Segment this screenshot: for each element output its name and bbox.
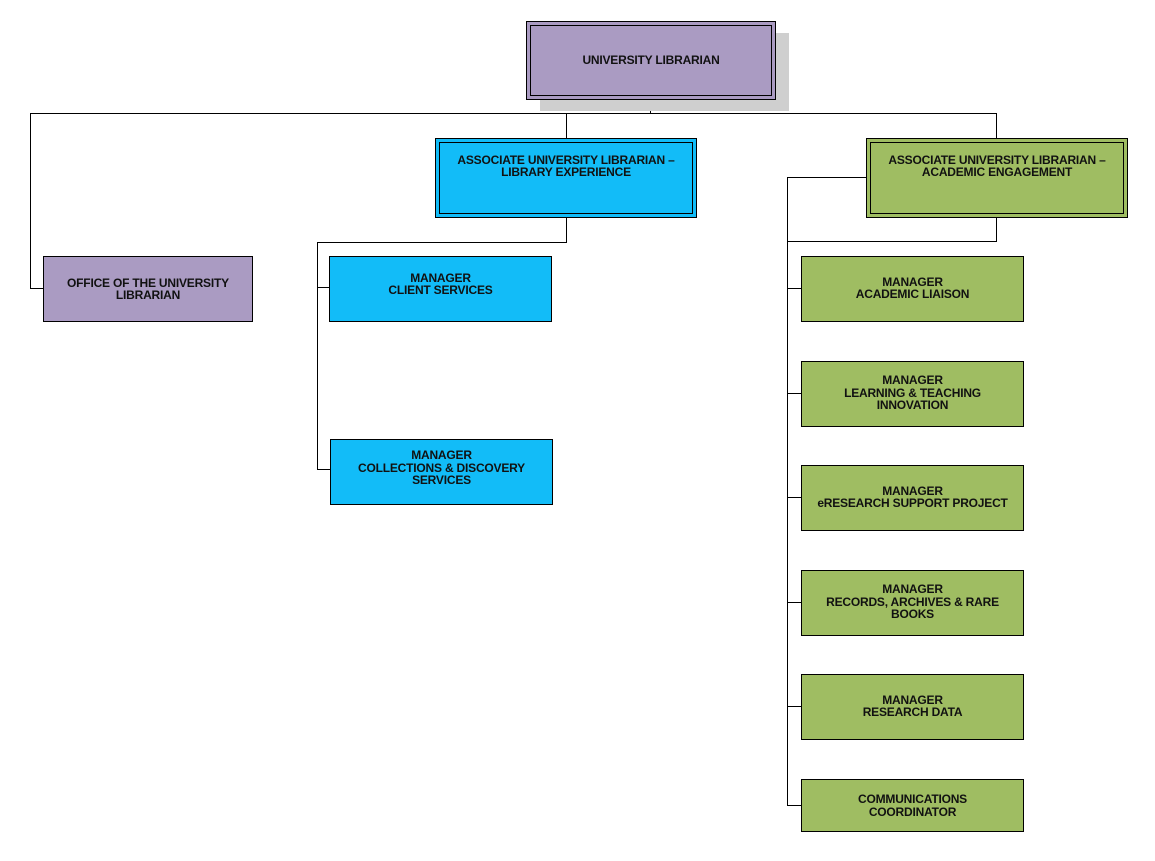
connector-eresearch-stub — [787, 497, 801, 498]
connector-library-experience-bus — [317, 242, 567, 243]
connector-academic-engagement-vertical — [787, 177, 788, 806]
communications-coordinator-box[interactable]: COMMUNICATIONS COORDINATOR — [801, 779, 1024, 832]
manager-client-services-label: MANAGER CLIENT SERVICES — [388, 270, 493, 297]
manager-client-services-box[interactable]: MANAGER CLIENT SERVICES — [329, 256, 552, 322]
connector-library-experience-vertical — [317, 242, 318, 470]
aul-library-experience-label: ASSOCIATE UNIVERSITY LIBRARIAN – LIBRARY… — [457, 152, 675, 179]
manager-learning-teaching-box[interactable]: MANAGER LEARNING & TEACHING INNOVATION — [801, 361, 1024, 427]
connector-academic-engagement-down — [996, 217, 997, 242]
office-of-university-librarian-label: OFFICE OF THE UNIVERSITY LIBRARIAN — [67, 275, 229, 302]
connector-office-vertical — [30, 113, 31, 289]
connector-academic-engagement-bus — [787, 241, 997, 242]
university-librarian-label: UNIVERSITY LIBRARIAN — [582, 53, 720, 68]
manager-records-archives-box[interactable]: MANAGER RECORDS, ARCHIVES & RARE BOOKS — [801, 570, 1024, 636]
connector-records-archives-stub — [787, 602, 801, 603]
manager-eresearch-support-box[interactable]: MANAGER eRESEARCH SUPPORT PROJECT — [801, 465, 1024, 531]
manager-collections-discovery-box[interactable]: MANAGER COLLECTIONS & DISCOVERY SERVICES — [330, 439, 553, 505]
connector-library-experience-up — [566, 113, 567, 139]
communications-coordinator-label: COMMUNICATIONS COORDINATOR — [858, 792, 967, 819]
connector-communications-stub — [787, 805, 801, 806]
manager-collections-discovery-label: MANAGER COLLECTIONS & DISCOVERY SERVICES — [358, 448, 525, 488]
connector-academic-engagement-side — [787, 177, 867, 178]
connector-academic-engagement-up — [996, 113, 997, 139]
aul-library-experience-box[interactable]: ASSOCIATE UNIVERSITY LIBRARIAN – LIBRARY… — [435, 138, 697, 218]
manager-research-data-label: MANAGER RESEARCH DATA — [862, 692, 963, 719]
manager-eresearch-support-label: MANAGER eRESEARCH SUPPORT PROJECT — [817, 483, 1008, 510]
manager-academic-liaison-box[interactable]: MANAGER ACADEMIC LIAISON — [801, 256, 1024, 322]
org-chart: UNIVERSITY LIBRARIAN OFFICE OF THE UNIVE… — [0, 0, 1155, 861]
connector-top-bus — [30, 113, 997, 114]
university-librarian-box[interactable]: UNIVERSITY LIBRARIAN — [526, 21, 776, 100]
manager-records-archives-label: MANAGER RECORDS, ARCHIVES & RARE BOOKS — [826, 582, 999, 622]
aul-academic-engagement-box[interactable]: ASSOCIATE UNIVERSITY LIBRARIAN – ACADEMI… — [866, 138, 1128, 218]
manager-learning-teaching-label: MANAGER LEARNING & TEACHING INNOVATION — [844, 373, 981, 413]
connector-library-experience-down — [566, 217, 567, 243]
connector-research-data-stub — [787, 706, 801, 707]
connector-collections-stub — [317, 469, 331, 470]
office-of-university-librarian-box[interactable]: OFFICE OF THE UNIVERSITY LIBRARIAN — [43, 256, 253, 322]
connector-learning-teaching-stub — [787, 393, 801, 394]
aul-academic-engagement-label: ASSOCIATE UNIVERSITY LIBRARIAN – ACADEMI… — [888, 152, 1106, 179]
connector-academic-liaison-stub — [787, 288, 801, 289]
connector-office-stub — [30, 288, 44, 289]
manager-academic-liaison-label: MANAGER ACADEMIC LIAISON — [855, 274, 970, 301]
manager-research-data-box[interactable]: MANAGER RESEARCH DATA — [801, 674, 1024, 740]
